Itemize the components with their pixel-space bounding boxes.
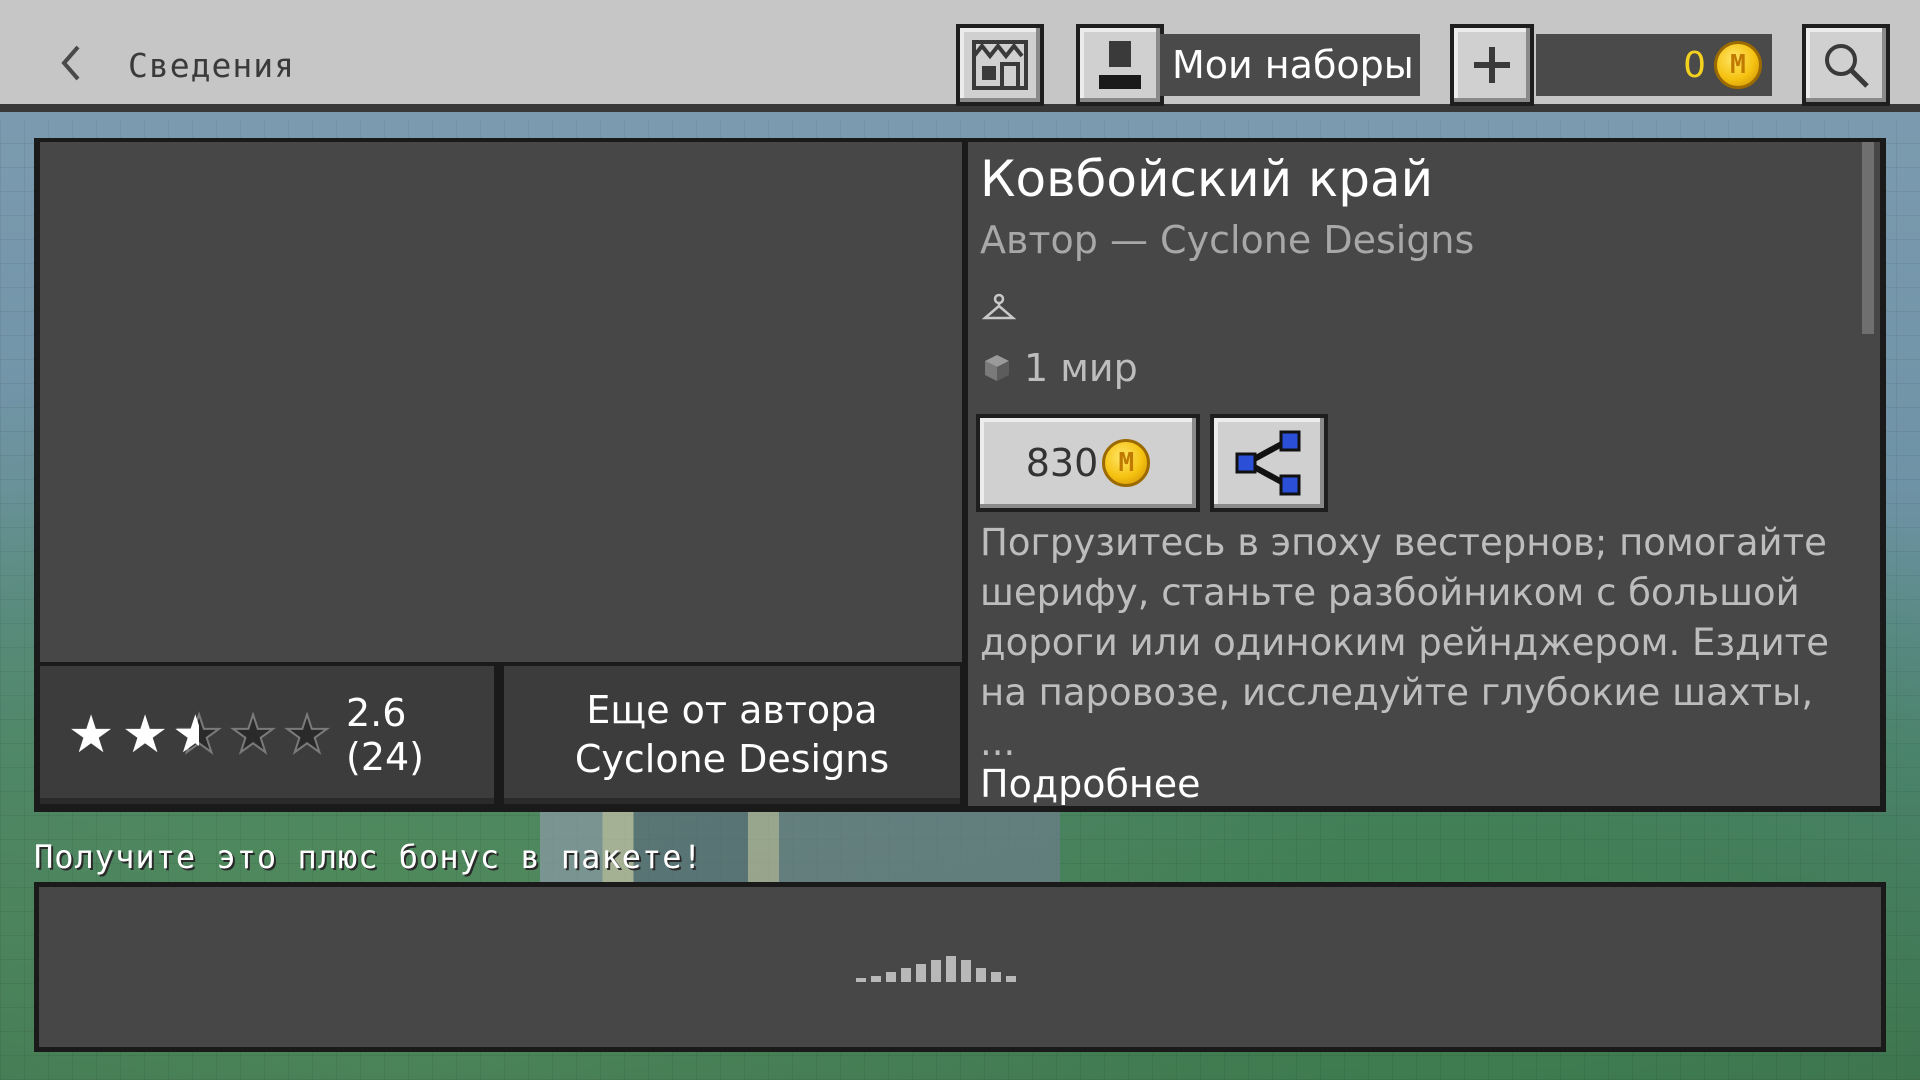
coin-balance: 0 M (1536, 34, 1772, 96)
details-scrollbar[interactable] (1862, 142, 1874, 334)
cube-icon (985, 355, 1009, 381)
bundle-heading: Получите это плюс бонус в пакете! (34, 838, 703, 876)
my-packs-button[interactable] (1076, 24, 1164, 106)
more-from-author-button[interactable]: Еще от автора Cyclone Designs (504, 666, 960, 804)
page-title: Сведения (128, 46, 295, 85)
coin-balance-value: 0 (1683, 44, 1706, 86)
my-packs-label[interactable]: Мои наборы (1160, 34, 1420, 96)
product-title: Ковбойский край (980, 150, 1434, 208)
product-preview-image[interactable] (40, 142, 962, 662)
store-icon (972, 40, 1028, 90)
worlds-count: 1 мир (982, 346, 1138, 390)
store-button[interactable] (956, 24, 1044, 106)
rating-text: 2.6 (24) (346, 691, 425, 779)
star-full-icon: ★ (67, 705, 115, 765)
product-details: Ковбойский край Автор — Cyclone Designs … (968, 142, 1880, 806)
star-empty-icon: ★ (283, 705, 332, 765)
chevron-left-icon (61, 45, 80, 81)
product-author[interactable]: Автор — Cyclone Designs (980, 218, 1474, 262)
search-icon (1825, 44, 1869, 88)
star-half-icon: ★ (172, 708, 226, 762)
star-rating: ★ ★ ★ ★ ★ (64, 705, 334, 765)
read-more-link[interactable]: Подробнее (980, 762, 1201, 806)
star-full-icon: ★ (121, 705, 169, 765)
search-button[interactable] (1802, 24, 1890, 106)
top-bar: Сведения Мои наборы 0 M (0, 0, 1920, 112)
hanger-icon (982, 293, 1016, 320)
star-empty-icon: ★ (229, 705, 278, 765)
buy-button[interactable]: 830 M (976, 414, 1200, 512)
loading-indicator (856, 952, 1016, 982)
back-button[interactable] (52, 38, 92, 88)
minecoin-icon: M (1102, 439, 1151, 487)
add-coins-button[interactable] (1450, 24, 1534, 106)
price-value: 830 (1025, 441, 1099, 485)
share-button[interactable] (1210, 414, 1328, 512)
worlds-count-text: 1 мир (1024, 346, 1138, 390)
share-icon (1235, 430, 1301, 496)
minecoin-icon: M (1714, 41, 1762, 89)
character-icon (1099, 41, 1141, 89)
plus-icon (1474, 47, 1510, 83)
rating-button[interactable]: ★ ★ ★ ★ ★ 2.6 (24) (40, 666, 494, 804)
product-description: Погрузитесь в эпоху вестернов; помогайте… (980, 521, 1829, 764)
